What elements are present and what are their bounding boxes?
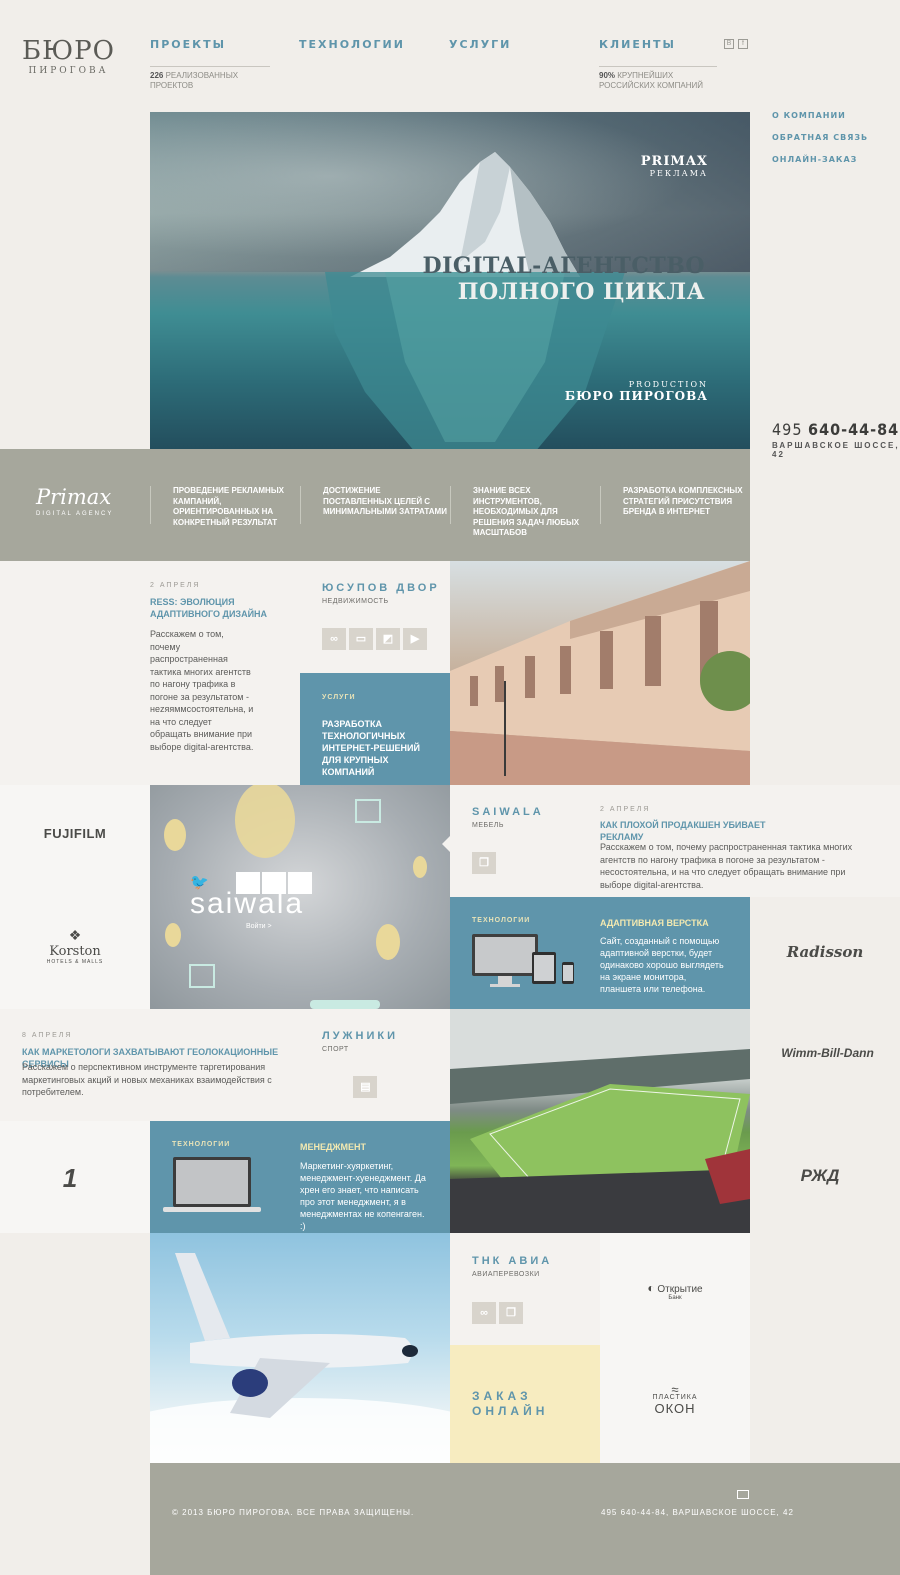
- news-date: 2 АПРЕЛЯ: [150, 582, 201, 589]
- brand-perviy-kanal[interactable]: 1: [50, 1163, 90, 1194]
- brand-wimm-bill-dann[interactable]: Wimm-Bill-Dann: [780, 1047, 875, 1059]
- side-link-order[interactable]: ОНЛАЙН-ЗАКАЗ: [772, 155, 857, 164]
- devices-illustration: [472, 934, 574, 987]
- brand-korston[interactable]: ❖ Korston HOTELS & MALLS: [35, 927, 115, 965]
- side-link-feedback[interactable]: ОБРАТНАЯ СВЯЗЬ: [772, 133, 868, 142]
- puzzle-icon: ◩: [376, 628, 400, 650]
- hero-headline: DIGITAL-АГЕНТСТВО ПОЛНОГО ЦИКЛА: [422, 253, 705, 305]
- tech-title: МЕНЕДЖМЕНТ: [300, 1142, 367, 1152]
- brands-column: [600, 1233, 750, 1463]
- phone-number: 495 640-44-84: [772, 420, 900, 439]
- airplane-illustration: [150, 1253, 450, 1463]
- project-title: ЮСУПОВ ДВОР: [322, 582, 440, 594]
- saiwala-promo[interactable]: 🐦 saiwala Войти >: [150, 785, 450, 1009]
- page-icon: ▤: [353, 1076, 378, 1098]
- otkritie-icon: ◐: [647, 1281, 655, 1295]
- primax-feature: ПРОВЕДЕНИЕ РЕКЛАМНЫХ КАМПАНИЙ, ОРИЕНТИРО…: [150, 486, 298, 527]
- project-subtitle: СПОРТ: [322, 1046, 349, 1053]
- tech-text: Маркетинг-хуяркетинг, менеджмент-хуенедж…: [300, 1161, 426, 1231]
- project-tags: ∞ ❐: [472, 1302, 526, 1329]
- address: ВАРШАВСКОЕ ШОССЕ, 42: [772, 441, 900, 459]
- side-link-about[interactable]: О КОМПАНИИ: [772, 111, 846, 120]
- footer-copyright: © 2013 БЮРО ПИРОГОВА. ВСЕ ПРАВА ЗАЩИЩЕНЫ…: [172, 1508, 415, 1517]
- logo-sub: ПИРОГОВА: [28, 66, 109, 76]
- logo[interactable]: БЮРО ПИРОГОВА: [22, 38, 115, 76]
- video-icon: ▶: [403, 628, 427, 650]
- building-illustration: [450, 561, 750, 785]
- news-date: 2 АПРЕЛЯ: [600, 806, 651, 813]
- facebook-icon[interactable]: f: [738, 39, 748, 49]
- primax-feature: ЗНАНИЕ ВСЕХ ИНСТРУМЕНТОВ, НЕОБХОДИМЫХ ДЛ…: [450, 486, 598, 537]
- brand-cell: [750, 1009, 900, 1121]
- hero-banner[interactable]: PRIMAX РЕКЛАМА DIGITAL-АГЕНТСТВО ПОЛНОГО…: [150, 112, 750, 449]
- tech-label: ТЕХНОЛОГИИ: [172, 1141, 231, 1148]
- brand-plastika-okon[interactable]: ≈ ПЛАСТИКА ОКОН: [630, 1382, 720, 1416]
- project-title: ТНК АВИА: [472, 1255, 553, 1267]
- luzhniki-stadium-photo[interactable]: [450, 1009, 750, 1233]
- nav-clients-note: 90% КРУПНЕЙШИХ РОССИЙСКИХ КОМПАНИЙ: [599, 66, 717, 91]
- news-title[interactable]: RESS: ЭВОЛЮЦИЯ АДАПТИВНОГО ДИЗАЙНА: [150, 596, 270, 620]
- brand-korston-icon: ❖: [68, 927, 82, 943]
- news-title[interactable]: КАК ПЛОХОЙ ПРОДАКШЕН УБИВАЕТ РЕКЛАМУ: [600, 819, 800, 843]
- news-date: 8 АПРЕЛЯ: [22, 1032, 73, 1039]
- saiwala-enter-link[interactable]: Войти >: [246, 923, 272, 930]
- waves-icon: ≈: [671, 1382, 679, 1397]
- hero-client: PRIMAX РЕКЛАМА: [640, 154, 708, 178]
- news-text: Расскажем о том, почему распространенная…: [150, 629, 254, 752]
- primax-feature: РАЗРАБОТКА КОМПЛЕКСНЫХ СТРАТЕГИЙ ПРИСУТС…: [600, 486, 748, 524]
- tech-text: Сайт, созданный с помощью адаптивной вер…: [600, 936, 724, 994]
- project-subtitle: АВИАПЕРЕВОЗКИ: [472, 1271, 540, 1278]
- nav-projects[interactable]: ПРОЕКТЫ: [150, 38, 226, 51]
- nav-projects-note: 226 РЕАЛИЗОВАННЫХ ПРОЕКТОВ: [150, 66, 270, 91]
- tech-title: АДАПТИВНАЯ ВЕРСТКА: [600, 918, 709, 928]
- empty-cell: [750, 1233, 900, 1463]
- footer-contact: 495 640-44-84, ВАРШАВСКОЕ ШОССЕ, 42: [601, 1508, 794, 1517]
- saiwala-logo: saiwala: [190, 887, 305, 920]
- project-subtitle: МЕБЕЛЬ: [472, 822, 504, 829]
- news-text: Расскажем о том, почему распространенная…: [600, 842, 853, 890]
- pages-icon: ❐: [499, 1302, 523, 1324]
- brand-fujifilm[interactable]: FUJIFILM: [30, 826, 120, 841]
- pages-icon: ❐: [472, 852, 496, 874]
- project-card-luzhniki[interactable]: [300, 1009, 450, 1121]
- laptop-illustration: [163, 1157, 261, 1212]
- project-card-yusupov[interactable]: [300, 561, 450, 673]
- order-online-label: ЗАКАЗ ОНЛАЙН: [472, 1389, 549, 1418]
- brand-radisson[interactable]: Radisson: [770, 943, 880, 961]
- tnk-airplane-photo[interactable]: [150, 1233, 450, 1463]
- project-title[interactable]: SAIWALA: [472, 806, 544, 818]
- layout-icon: ▭: [349, 628, 373, 650]
- tech-label: ТЕХНОЛОГИИ: [472, 917, 531, 924]
- stadium-illustration: [450, 1009, 750, 1233]
- yusupov-photo[interactable]: [450, 561, 750, 785]
- nav-clients[interactable]: КЛИЕНТЫ: [599, 38, 676, 51]
- nav-technologies[interactable]: ТЕХНОЛОГИИ: [299, 38, 405, 51]
- hero-production: PRODUCTION БЮРО ПИРОГОВА: [564, 380, 708, 403]
- mail-icon[interactable]: [737, 1490, 749, 1499]
- project-tags: ∞ ▭ ◩ ▶: [322, 628, 430, 655]
- nav-services[interactable]: УСЛУГИ: [449, 38, 511, 51]
- footer: [150, 1463, 900, 1575]
- service-text: РАЗРАБОТКА ТЕХНОЛОГИЧНЫХ ИНТЕРНЕТ-РЕШЕНИ…: [322, 719, 420, 777]
- infinity-icon: ∞: [472, 1302, 496, 1324]
- primax-logo[interactable]: Primax DIGITAL AGENCY: [36, 485, 113, 517]
- primax-feature: ДОСТИЖЕНИЕ ПОСТАВЛЕННЫХ ЦЕЛЕЙ С МИНИМАЛЬ…: [300, 486, 448, 524]
- pointer-arrow: [442, 836, 450, 852]
- project-subtitle: НЕДВИЖИМОСТЬ: [322, 598, 389, 605]
- project-title: ЛУЖНИКИ: [322, 1030, 398, 1042]
- brand-otkritie[interactable]: ◐ Открытие Банк: [630, 1281, 720, 1303]
- brand-rzd[interactable]: РЖД: [790, 1166, 850, 1186]
- news-text: Расскажем о перспективном инструменте та…: [22, 1062, 272, 1097]
- vk-icon[interactable]: В: [724, 39, 734, 49]
- service-label: УСЛУГИ: [322, 694, 356, 701]
- logo-main: БЮРО: [22, 36, 115, 66]
- infinity-icon: ∞: [322, 628, 346, 650]
- brands-column: [0, 785, 150, 1009]
